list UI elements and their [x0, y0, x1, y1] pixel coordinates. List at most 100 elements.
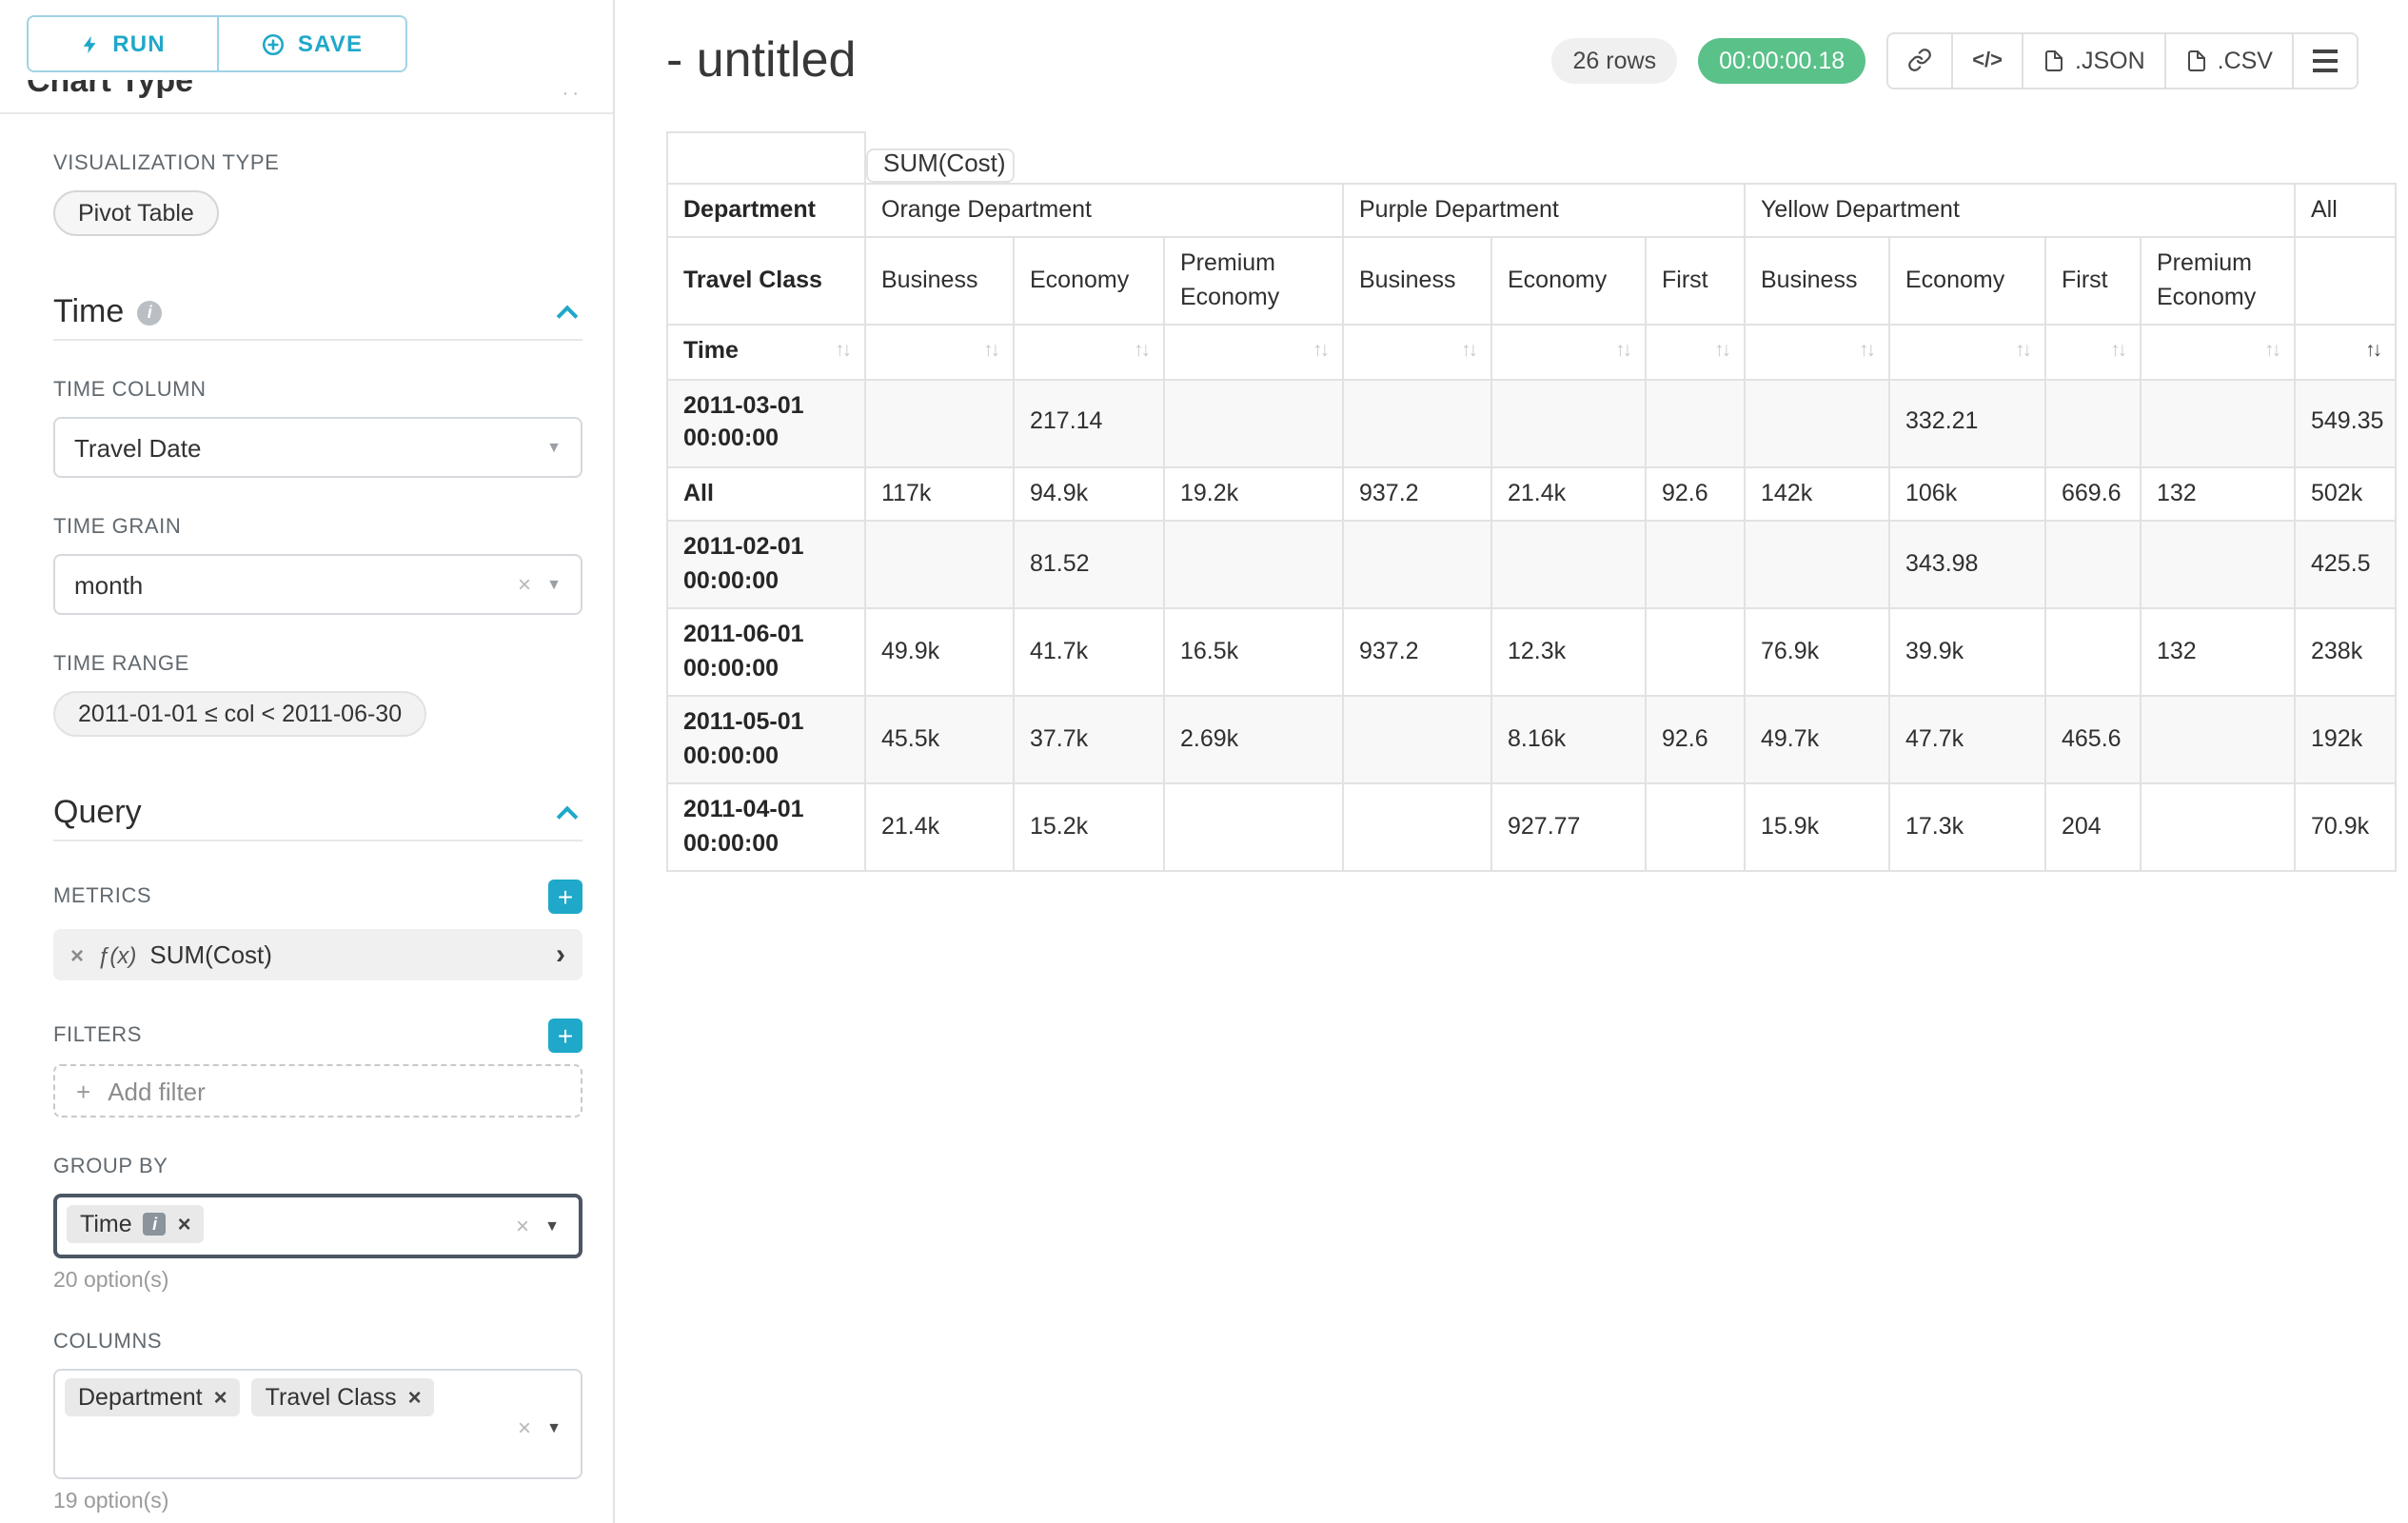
pivot-cell: 19.2k — [1164, 466, 1343, 521]
run-button[interactable]: RUN — [29, 17, 217, 70]
row-label: 2011-02-01 00:00:00 — [667, 521, 865, 608]
pivot-cell: 37.7k — [1014, 696, 1164, 783]
add-filter-box[interactable]: + Add filter — [53, 1064, 582, 1118]
columns-options-hint: 19 option(s) — [53, 1491, 582, 1513]
visualization-type-value[interactable]: Pivot Table — [53, 190, 219, 236]
pivot-cell: 2.69k — [1164, 696, 1343, 783]
sort-cell: ↑↓ — [1491, 325, 1646, 379]
time-column-label: TIME COLUMN — [53, 379, 582, 402]
save-button[interactable]: SAVE — [217, 17, 405, 70]
column-leaf-row: Travel ClassBusinessEconomyPremium Econo… — [667, 237, 2396, 325]
row-label: All — [667, 466, 865, 521]
run-save-bar: RUN SAVE — [0, 0, 613, 80]
sort-toggle-icon[interactable]: ↑↓ — [1134, 338, 1148, 366]
columns-chips: Department× Travel Class× — [65, 1378, 435, 1416]
sort-toggle-icon[interactable]: ↑↓ — [2015, 338, 2029, 366]
control-panel: RUN SAVE Chart Type ·· VISUALIZATION TYP… — [0, 0, 615, 1523]
columns-label: COLUMNS — [53, 1331, 582, 1354]
sort-cell: ↑↓ — [2045, 325, 2141, 379]
pivot-cell — [2141, 783, 2295, 871]
query-section-title[interactable]: Query — [53, 794, 142, 832]
chart-header-controls: 26 rows 00:00:00.18 </> .JSON . — [1552, 31, 2359, 89]
export-csv-button[interactable]: .CSV — [2164, 33, 2292, 87]
metric-name: SUM(Cost) — [149, 940, 272, 969]
sort-toggle-icon[interactable]: ↑↓ — [1313, 338, 1327, 366]
chart-title[interactable]: - untitled — [666, 30, 856, 89]
time-column-select[interactable]: Travel Date ▼ — [53, 417, 582, 478]
time-grain-select[interactable]: month × ▼ — [53, 554, 582, 615]
pivot-cell: 49.7k — [1745, 696, 1889, 783]
export-json-button[interactable]: .JSON — [2022, 33, 2164, 87]
group-by-select[interactable]: Timei× × ▼ — [53, 1194, 582, 1258]
row-label: 2011-03-01 00:00:00 — [667, 379, 865, 466]
pivot-cell — [1343, 521, 1491, 608]
column-header: Economy — [1014, 237, 1164, 325]
sort-toggle-icon[interactable]: ↑↓ — [2110, 338, 2124, 366]
export-csv-label: .CSV — [2218, 47, 2273, 73]
pivot-row: 2011-02-01 00:00:0081.52343.98425.5 — [667, 521, 2396, 608]
column-group-header: All — [2295, 183, 2396, 237]
pivot-cell: 15.9k — [1745, 783, 1889, 871]
pivot-cell: 343.98 — [1889, 521, 2045, 608]
column-header: First — [2045, 237, 2141, 325]
query-section-header: Query — [53, 794, 582, 832]
metric-chip[interactable]: × ƒ(x) SUM(Cost) › — [53, 929, 582, 980]
pivot-cell: 41.7k — [1014, 608, 1164, 696]
sort-toggle-icon[interactable]: ↑↓ — [983, 338, 997, 366]
selected-chip[interactable]: Travel Class× — [252, 1378, 435, 1416]
chevron-up-icon[interactable] — [557, 806, 579, 828]
add-filter-button[interactable]: + — [548, 1019, 582, 1053]
time-range-value[interactable]: 2011-01-01 ≤ col < 2011-06-30 — [53, 691, 426, 737]
remove-chip-icon[interactable]: × — [408, 1386, 422, 1409]
embed-code-button[interactable]: </> — [1951, 33, 2022, 87]
add-metric-button[interactable]: + — [548, 880, 582, 914]
chart-header: - untitled 26 rows 00:00:00.18 </> .JSON — [666, 30, 2359, 89]
sort-toggle-icon[interactable]: ↑↓ — [2264, 338, 2279, 366]
remove-metric-icon[interactable]: × — [70, 941, 84, 968]
selected-chip[interactable]: Timei× — [67, 1205, 205, 1243]
pivot-cell — [1343, 783, 1491, 871]
pivot-cell: 106k — [1889, 466, 2045, 521]
collapse-icon-clipped[interactable]: ·· — [563, 86, 582, 105]
clear-icon[interactable]: × — [516, 1213, 529, 1239]
column-header: Business — [865, 237, 1014, 325]
copy-link-button[interactable] — [1888, 33, 1951, 87]
sort-desc-active-icon[interactable]: ↑↓ — [2365, 338, 2379, 366]
pivot-cell — [1164, 379, 1343, 466]
sort-toggle-icon[interactable]: ↑↓ — [835, 338, 849, 366]
export-json-label: .JSON — [2075, 47, 2145, 73]
pivot-cell: 21.4k — [1491, 466, 1646, 521]
remove-chip-icon[interactable]: × — [178, 1213, 191, 1236]
clear-icon[interactable]: × — [518, 571, 531, 598]
sort-toggle-icon[interactable]: ↑↓ — [1859, 338, 1873, 366]
time-section-title[interactable]: Time — [53, 293, 124, 331]
metric-header-row: SUM(Cost) — [667, 132, 2396, 183]
sort-toggle-icon[interactable]: ↑↓ — [1461, 338, 1475, 366]
pivot-row: 2011-03-01 00:00:00217.14332.21549.35 — [667, 379, 2396, 466]
pivot-cell: 92.6 — [1646, 466, 1745, 521]
menu-button[interactable] — [2292, 33, 2357, 87]
pivot-cell: 15.2k — [1014, 783, 1164, 871]
pivot-cell — [1343, 379, 1491, 466]
run-save-group: RUN SAVE — [27, 15, 407, 72]
save-button-label: SAVE — [298, 30, 363, 57]
info-icon: i — [144, 1213, 167, 1236]
hamburger-icon — [2313, 49, 2338, 71]
selected-chip[interactable]: Department× — [65, 1378, 241, 1416]
pivot-cell — [1164, 783, 1343, 871]
chart-type-section-title: Chart Type — [27, 80, 193, 101]
pivot-cell — [1646, 379, 1745, 466]
pivot-cell: 70.9k — [2295, 783, 2396, 871]
columns-select[interactable]: Department×Travel Class× × ▼ — [53, 1369, 582, 1479]
time-column-value: Travel Date — [74, 433, 201, 462]
pivot-cell: 94.9k — [1014, 466, 1164, 521]
pivot-cell — [2141, 521, 2295, 608]
chart-type-section-clipped: Chart Type ·· — [0, 80, 613, 105]
sort-toggle-icon[interactable]: ↑↓ — [1615, 338, 1629, 366]
chevron-up-icon[interactable] — [557, 306, 579, 327]
column-group-header: Orange Department — [865, 183, 1343, 237]
caret-right-icon[interactable]: › — [556, 939, 565, 971]
sort-toggle-icon[interactable]: ↑↓ — [1714, 338, 1728, 366]
clear-icon[interactable]: × — [518, 1414, 531, 1441]
remove-chip-icon[interactable]: × — [214, 1386, 227, 1409]
